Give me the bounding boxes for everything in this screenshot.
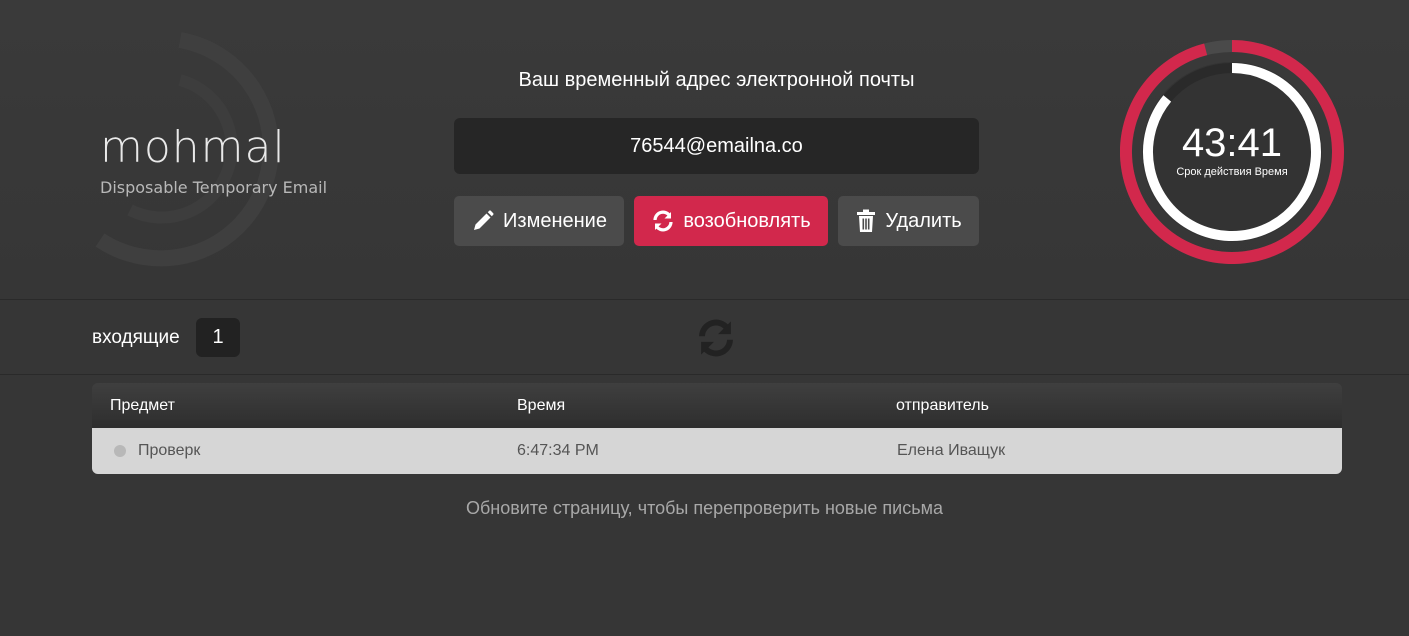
inbox-label: входящие (92, 327, 180, 348)
action-buttons: Изменение возобновлять Удалить (454, 196, 979, 246)
refresh-hint: Обновите страницу, чтобы перепроверить н… (465, 498, 944, 518)
inbox-count-badge: 1 (196, 318, 240, 357)
expiry-timer: 43:41 Срок действия Время (1120, 40, 1344, 264)
renew-button-label: возобновлять (683, 209, 811, 232)
table-row[interactable]: Проверк 6:47:34 PM Елена Иващук (92, 428, 1342, 474)
address-panel: Ваш временный адрес электронной почты 76… (454, 64, 979, 246)
row-time: 6:47:34 PM (517, 442, 599, 459)
trash-icon (857, 209, 876, 232)
timer-value: 43:41 (1181, 121, 1283, 165)
pencil-icon (474, 210, 494, 230)
row-sender: Елена Иващук (897, 442, 1006, 459)
unread-dot-icon (114, 445, 126, 457)
timer-label: Срок действия Время (1176, 166, 1288, 178)
table-header: Предмет Время отправитель (92, 383, 1342, 428)
column-header-subject[interactable]: Предмет (110, 397, 175, 415)
email-address-field[interactable]: 76544@emailna.co (454, 118, 979, 174)
inbox-bar: входящие 1 (0, 301, 1409, 375)
address-title: Ваш временный адрес электронной почты (518, 69, 915, 91)
inbox-refresh-icon[interactable] (695, 317, 737, 359)
logo-wordmark: mohmal (100, 122, 286, 173)
column-header-time[interactable]: Время (517, 397, 565, 415)
logo[interactable]: mohmal Disposable Temporary Email (100, 122, 340, 212)
delete-button[interactable]: Удалить (838, 196, 979, 246)
renew-button[interactable]: возобновлять (634, 196, 828, 246)
inbox-table: Предмет Время отправитель Проверк 6:47:3… (92, 383, 1342, 474)
row-subject: Проверк (138, 442, 201, 459)
delete-button-label: Удалить (885, 209, 962, 232)
edit-button[interactable]: Изменение (454, 196, 624, 246)
refresh-icon (653, 210, 673, 232)
edit-button-label: Изменение (503, 209, 607, 232)
header: mohmal Disposable Temporary Email Ваш вр… (0, 0, 1409, 300)
logo-tagline: Disposable Temporary Email (100, 178, 328, 197)
column-header-sender[interactable]: отправитель (896, 397, 989, 415)
